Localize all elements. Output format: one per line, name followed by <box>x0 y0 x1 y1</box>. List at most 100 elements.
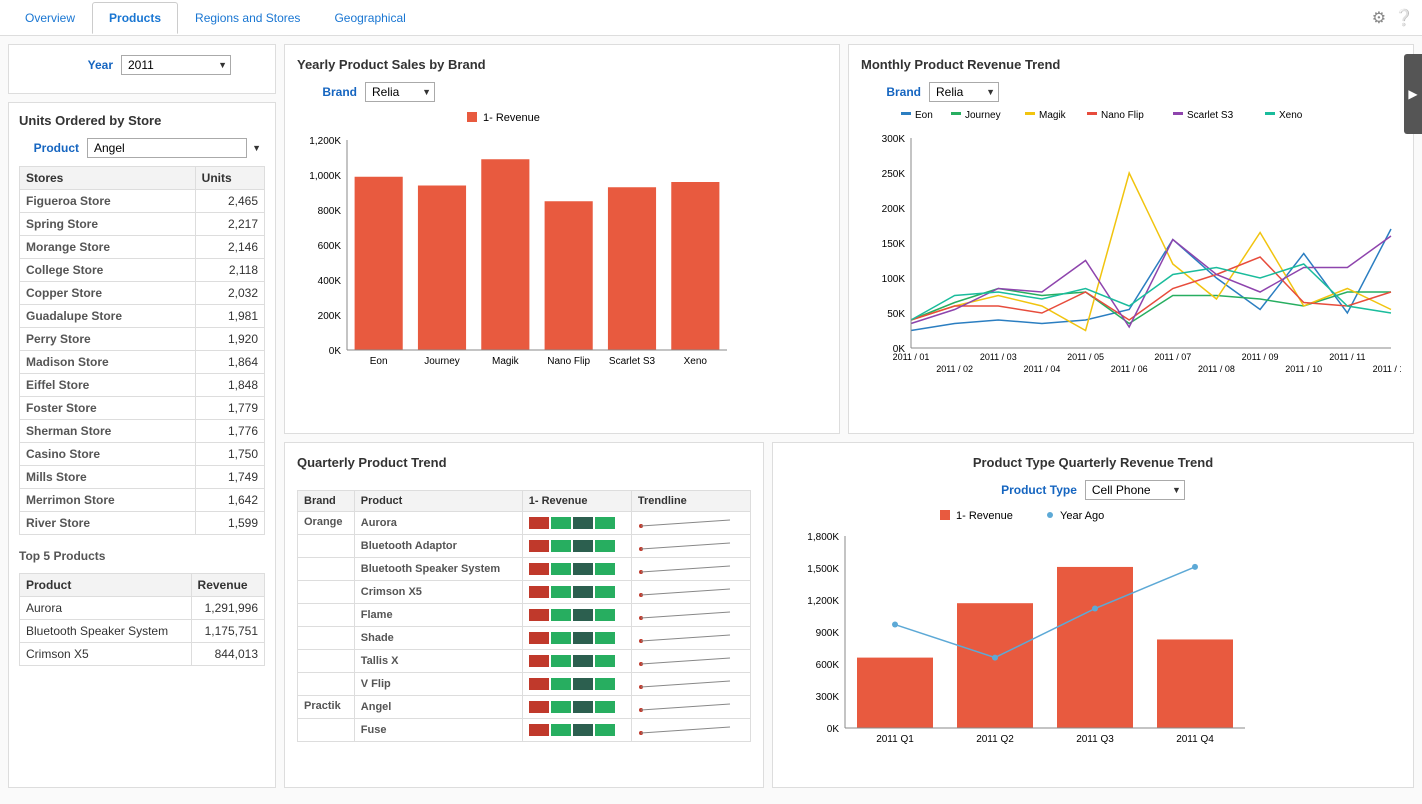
svg-text:Magik: Magik <box>492 356 520 367</box>
tab-overview[interactable]: Overview <box>8 2 92 34</box>
svg-text:2011 Q4: 2011 Q4 <box>1176 734 1214 745</box>
table-row[interactable]: Madison Store1,864 <box>20 351 265 374</box>
table-row[interactable]: Crimson X5 <box>298 581 751 604</box>
svg-text:Nano Flip: Nano Flip <box>1101 110 1144 121</box>
tab-geographical[interactable]: Geographical <box>317 2 422 34</box>
table-row[interactable]: Perry Store1,920 <box>20 328 265 351</box>
svg-text:2011 / 08: 2011 / 08 <box>1198 364 1235 374</box>
yearly-brand-select[interactable]: Relia <box>365 82 435 102</box>
svg-text:Xeno: Xeno <box>684 356 708 367</box>
svg-text:1,200K: 1,200K <box>807 596 839 607</box>
svg-text:2011 / 09: 2011 / 09 <box>1242 352 1279 362</box>
table-row[interactable]: Morange Store2,146 <box>20 236 265 259</box>
svg-text:Scarlet S3: Scarlet S3 <box>1187 110 1234 121</box>
monthly-title: Monthly Product Revenue Trend <box>861 57 1401 72</box>
svg-text:2011 / 10: 2011 / 10 <box>1285 364 1322 374</box>
table-row[interactable]: Mills Store1,749 <box>20 466 265 489</box>
gear-icon[interactable]: ⚙ <box>1372 8 1386 28</box>
top5-table: Product Revenue Aurora1,291,996Bluetooth… <box>19 573 265 666</box>
side-rail-expand[interactable]: ▶ <box>1404 54 1422 134</box>
table-row[interactable]: PractikAngel <box>298 696 751 719</box>
svg-text:900K: 900K <box>816 628 840 639</box>
top5-title: Top 5 Products <box>19 549 265 563</box>
svg-text:2011 Q2: 2011 Q2 <box>976 734 1014 745</box>
monthly-brand-label: Brand <box>861 85 921 99</box>
svg-text:1- Revenue: 1- Revenue <box>956 510 1013 522</box>
svg-text:1,500K: 1,500K <box>807 564 839 575</box>
tab-strip: Overview Products Regions and Stores Geo… <box>8 2 423 34</box>
product-select[interactable]: Angel <box>87 138 247 158</box>
svg-text:2011 Q3: 2011 Q3 <box>1076 734 1114 745</box>
svg-text:2011 / 04: 2011 / 04 <box>1023 364 1060 374</box>
monthly-trend-panel: Monthly Product Revenue Trend Brand Reli… <box>848 44 1414 434</box>
help-icon[interactable]: ❔ <box>1394 8 1414 28</box>
svg-text:0K: 0K <box>329 346 342 357</box>
ptype-combo-chart: 1- RevenueYear Ago0K300K600K900K1,200K1,… <box>785 508 1255 758</box>
monthly-line-chart: EonJourneyMagikNano FlipScarlet S3Xeno0K… <box>861 110 1401 390</box>
ptype-select[interactable]: Cell Phone <box>1085 480 1185 500</box>
svg-text:2011 / 03: 2011 / 03 <box>980 352 1017 362</box>
stores-table: Stores Units Figueroa Store2,465Spring S… <box>19 166 265 535</box>
product-label: Product <box>19 141 79 155</box>
year-filter-panel: Year 2011 <box>8 44 276 94</box>
units-title: Units Ordered by Store <box>19 113 265 128</box>
svg-text:2011 / 05: 2011 / 05 <box>1067 352 1104 362</box>
svg-text:Scarlet S3: Scarlet S3 <box>609 356 656 367</box>
svg-text:50K: 50K <box>887 309 905 320</box>
table-row[interactable]: Merrimon Store1,642 <box>20 489 265 512</box>
table-row[interactable]: Eiffel Store1,848 <box>20 374 265 397</box>
table-row[interactable]: Tallis X <box>298 650 751 673</box>
quarterly-trend-panel: Quarterly Product Trend Brand Product 1-… <box>284 442 764 788</box>
table-row[interactable]: OrangeAurora <box>298 512 751 535</box>
ptype-label: Product Type <box>1001 483 1077 497</box>
table-row[interactable]: Fuse <box>298 719 751 742</box>
tab-regions[interactable]: Regions and Stores <box>178 2 317 34</box>
svg-text:600K: 600K <box>318 241 342 252</box>
table-row[interactable]: Spring Store2,217 <box>20 213 265 236</box>
svg-text:1,200K: 1,200K <box>309 136 341 147</box>
table-row[interactable]: Flame <box>298 604 751 627</box>
svg-text:150K: 150K <box>882 239 906 250</box>
table-row[interactable]: Copper Store2,032 <box>20 282 265 305</box>
table-row[interactable]: River Store1,599 <box>20 512 265 535</box>
table-row[interactable]: Crimson X5844,013 <box>20 643 265 666</box>
table-row[interactable]: College Store2,118 <box>20 259 265 282</box>
units-ordered-panel: Units Ordered by Store Product Angel Sto… <box>8 102 276 788</box>
table-row[interactable]: Shade <box>298 627 751 650</box>
year-select[interactable]: 2011 <box>121 55 231 75</box>
svg-text:Nano Flip: Nano Flip <box>547 356 590 367</box>
table-row[interactable]: Figueroa Store2,465 <box>20 190 265 213</box>
table-row[interactable]: Sherman Store1,776 <box>20 420 265 443</box>
table-row[interactable]: Bluetooth Speaker System <box>298 558 751 581</box>
svg-text:400K: 400K <box>318 276 342 287</box>
svg-text:Year Ago: Year Ago <box>1060 510 1104 522</box>
monthly-brand-select[interactable]: Relia <box>929 82 999 102</box>
table-row[interactable]: Guadalupe Store1,981 <box>20 305 265 328</box>
table-row[interactable]: V Flip <box>298 673 751 696</box>
svg-text:Journey: Journey <box>965 110 1001 121</box>
yearly-sales-panel: Yearly Product Sales by Brand Brand Reli… <box>284 44 840 434</box>
table-row[interactable]: Bluetooth Adaptor <box>298 535 751 558</box>
table-row[interactable]: Bluetooth Speaker System1,175,751 <box>20 620 265 643</box>
yearly-bar-chart: 1- Revenue0K200K400K600K800K1,000K1,200K… <box>297 110 737 390</box>
svg-text:800K: 800K <box>318 206 342 217</box>
svg-text:600K: 600K <box>816 660 840 671</box>
svg-text:2011 / 12: 2011 / 12 <box>1373 364 1401 374</box>
table-row[interactable]: Foster Store1,779 <box>20 397 265 420</box>
top5-product-col: Product <box>20 574 192 597</box>
svg-text:Eon: Eon <box>915 110 933 121</box>
svg-text:2011 / 01: 2011 / 01 <box>893 352 930 362</box>
table-row[interactable]: Casino Store1,750 <box>20 443 265 466</box>
quarterly-title: Quarterly Product Trend <box>297 455 751 470</box>
svg-text:Eon: Eon <box>370 356 388 367</box>
svg-text:2011 / 06: 2011 / 06 <box>1111 364 1148 374</box>
stores-col: Stores <box>20 167 196 190</box>
tab-products[interactable]: Products <box>92 2 178 34</box>
year-label: Year <box>53 58 113 72</box>
table-row[interactable]: Aurora1,291,996 <box>20 597 265 620</box>
svg-text:200K: 200K <box>318 311 342 322</box>
svg-text:1,800K: 1,800K <box>807 532 839 543</box>
svg-text:Magik: Magik <box>1039 110 1067 121</box>
svg-text:0K: 0K <box>827 724 840 735</box>
ptype-trend-panel: Product Type Quarterly Revenue Trend Pro… <box>772 442 1414 788</box>
